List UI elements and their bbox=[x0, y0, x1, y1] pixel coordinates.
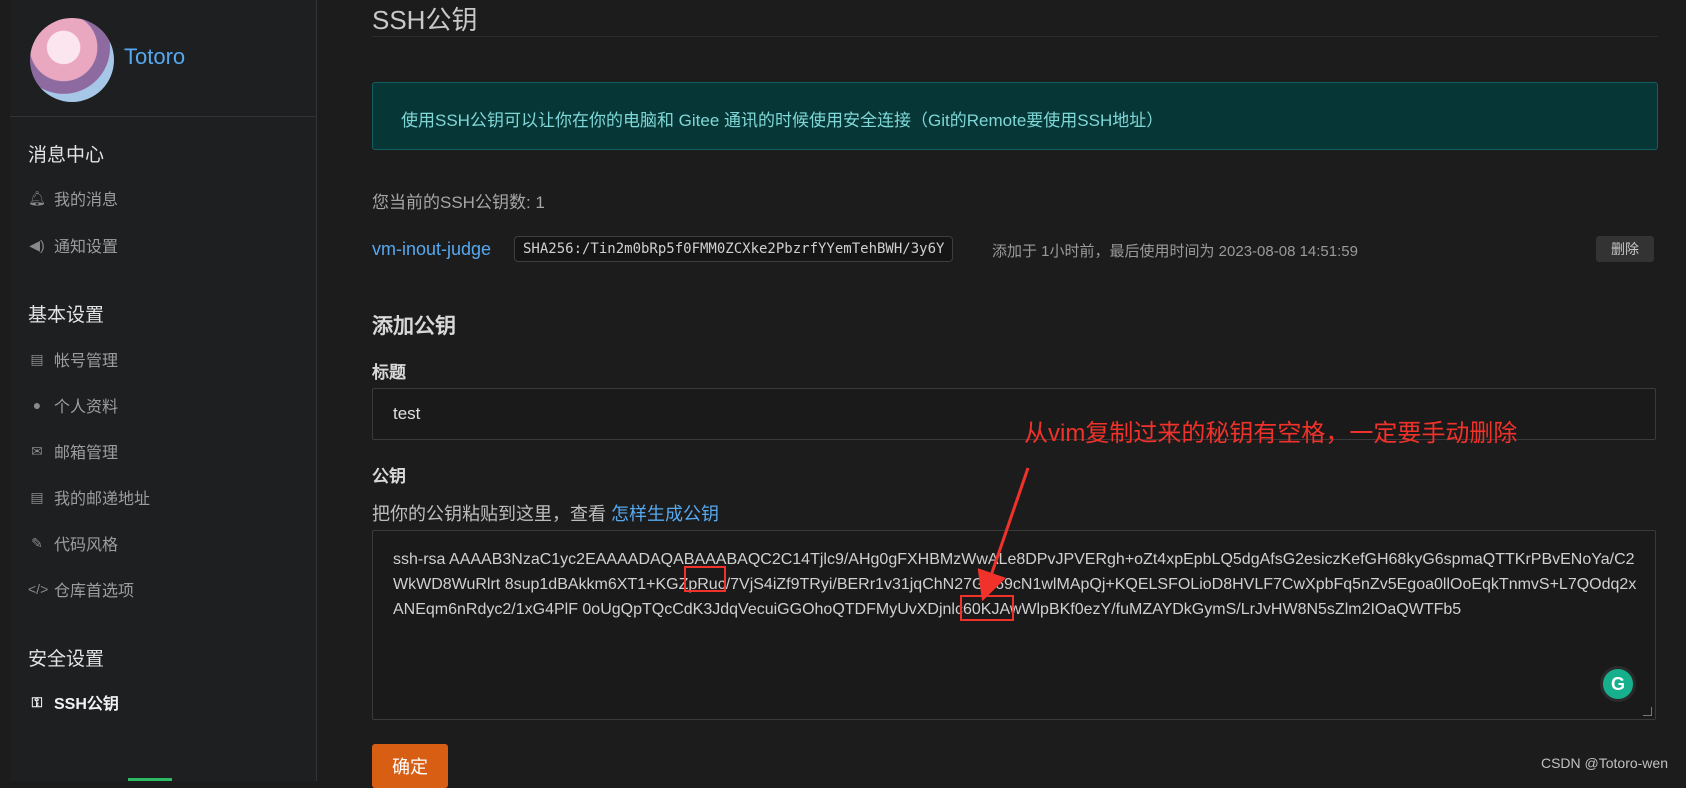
watermark: CSDN @Totoro-wen bbox=[1540, 755, 1668, 771]
annotation-arrow bbox=[977, 467, 1030, 602]
